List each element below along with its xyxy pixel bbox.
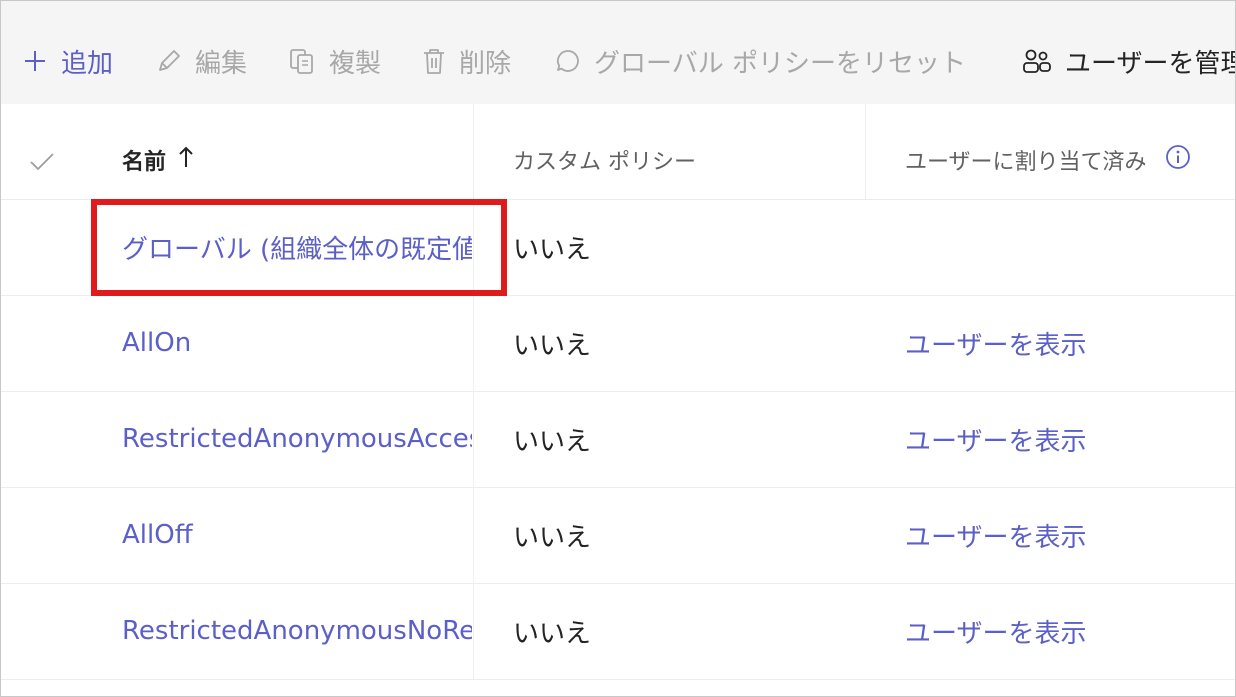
column-divider — [473, 583, 474, 679]
select-all-checkmark-icon[interactable] — [29, 152, 55, 176]
table-row[interactable]: AllOff いいえ ユーザーを表示 — [1, 487, 1235, 584]
column-divider — [473, 295, 474, 391]
table-row[interactable]: RestrictedAnonymousAccess いいえ ユーザーを表示 — [1, 391, 1235, 488]
view-users-link[interactable]: ユーザーを表示 — [905, 295, 1086, 391]
reset-global-policy-label: グローバル ポリシーをリセット — [594, 48, 967, 79]
custom-policy-value: いいえ — [513, 330, 592, 361]
table-header: 名前 カスタム ポリシー ユーザーに割り当て済み — [1, 104, 1235, 200]
column-divider — [865, 104, 866, 199]
command-bar: 追加 編集 複製 削除 グローバル ポリシーをリセット ユーザーを管理 — [1, 1, 1235, 104]
custom-policy-value: いいえ — [513, 618, 592, 649]
view-users-link[interactable]: ユーザーを表示 — [905, 487, 1086, 583]
column-divider — [473, 487, 474, 583]
reset-global-policy-button[interactable]: グローバル ポリシーをリセット — [554, 41, 966, 81]
column-header-name-label: 名前 — [122, 150, 167, 175]
add-label: 追加 — [61, 48, 114, 79]
view-users-link[interactable]: ユーザーを表示 — [905, 583, 1086, 679]
pencil-icon — [155, 47, 183, 75]
chat-bubble-icon — [554, 47, 582, 75]
duplicate-button[interactable]: 複製 — [287, 41, 381, 81]
delete-label: 削除 — [459, 48, 512, 79]
custom-policy-value: いいえ — [513, 426, 592, 457]
arrow-up-icon — [178, 145, 194, 175]
column-header-custom-policy[interactable]: カスタム ポリシー — [513, 144, 696, 176]
column-divider — [473, 391, 474, 487]
info-icon[interactable] — [1165, 144, 1191, 176]
column-header-assigned-users-label: ユーザーに割り当て済み — [905, 150, 1147, 175]
table-row[interactable]: AllOn いいえ ユーザーを表示 — [1, 295, 1235, 392]
people-icon — [1021, 46, 1053, 76]
manage-users-label: ユーザーを管理 — [1065, 48, 1236, 79]
policy-name-link[interactable]: AllOff — [122, 487, 472, 583]
column-header-name[interactable]: 名前 — [122, 144, 194, 176]
policy-name-link[interactable]: AllOn — [122, 295, 472, 391]
column-divider — [473, 199, 474, 295]
custom-policy-value: いいえ — [513, 234, 592, 265]
policy-list-panel: 追加 編集 複製 削除 グローバル ポリシーをリセット ユーザーを管理 名前 カ… — [0, 0, 1236, 697]
column-divider — [473, 104, 474, 199]
edit-button[interactable]: 編集 — [155, 41, 247, 81]
view-users-link[interactable]: ユーザーを表示 — [905, 391, 1086, 487]
column-header-assigned-users[interactable]: ユーザーに割り当て済み — [905, 144, 1191, 176]
plus-icon — [23, 49, 47, 73]
table-row[interactable]: グローバル (組織全体の既定値) いいえ — [1, 199, 1235, 296]
edit-label: 編集 — [195, 48, 248, 79]
policy-name-link[interactable]: RestrictedAnonymousAccess — [122, 391, 472, 487]
table-row[interactable]: RestrictedAnonymousNoRecording いいえ ユーザーを… — [1, 583, 1235, 680]
manage-users-button[interactable]: ユーザーを管理 — [1021, 41, 1236, 81]
duplicate-label: 複製 — [329, 48, 382, 79]
trash-icon — [421, 46, 447, 76]
copy-icon — [287, 46, 317, 76]
policy-name-link[interactable]: グローバル (組織全体の既定値) — [122, 199, 472, 295]
delete-button[interactable]: 削除 — [421, 41, 511, 81]
custom-policy-value: いいえ — [513, 522, 592, 553]
add-button[interactable]: 追加 — [23, 41, 113, 81]
policy-name-link[interactable]: RestrictedAnonymousNoRecording — [122, 583, 472, 679]
